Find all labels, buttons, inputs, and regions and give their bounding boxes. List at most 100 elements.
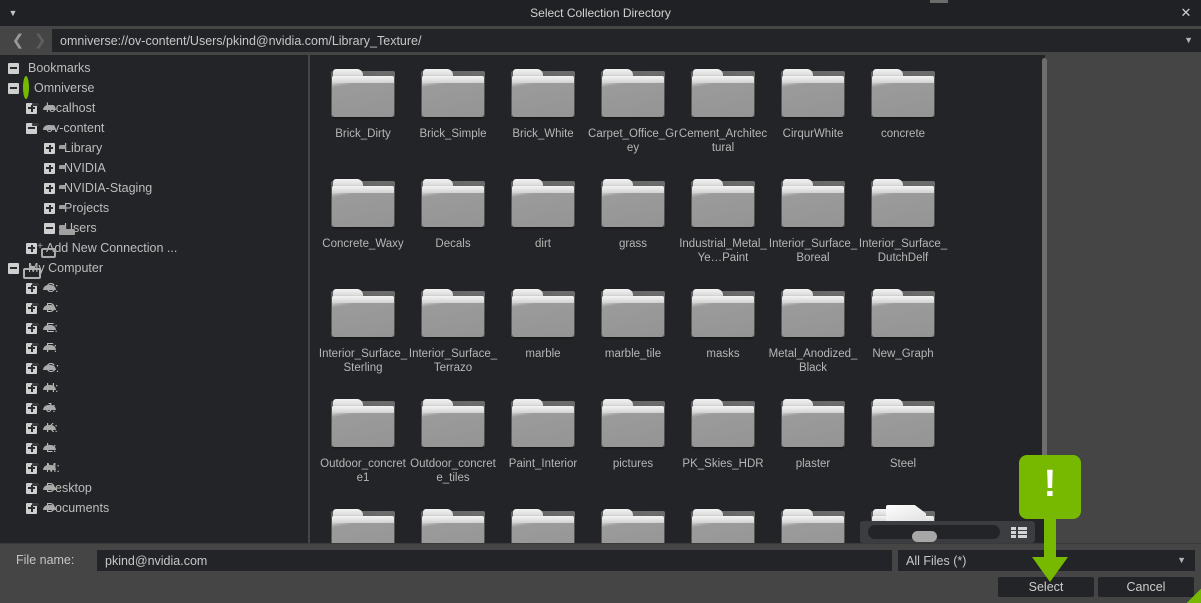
grid-item[interactable]: Decals — [408, 175, 498, 251]
folder-icon — [867, 285, 939, 341]
grid-item[interactable]: Interior_Surface_Sterling — [318, 285, 408, 375]
filename-label: File name: — [16, 553, 75, 567]
sidebar-item-label: Bookmarks — [28, 61, 91, 75]
close-icon[interactable]: ✕ — [1177, 4, 1195, 22]
sidebar-item-users[interactable]: Users — [0, 218, 308, 238]
grid-item[interactable]: Cement_Architectural — [678, 65, 768, 155]
expand-icon[interactable] — [44, 142, 55, 154]
path-input[interactable]: omniverse://ov-content/Users/pkind@nvidi… — [52, 29, 1201, 52]
sidebar-item-m[interactable]: M: — [0, 458, 308, 478]
sidebar-item-g[interactable]: G: — [0, 358, 308, 378]
expand-icon[interactable] — [26, 242, 37, 254]
grid-item[interactable]: dirt — [498, 175, 588, 251]
sidebar-item-add-new-connection[interactable]: Add New Connection ... — [0, 238, 308, 258]
grid-item[interactable]: pictures — [588, 395, 678, 471]
sidebar-item-f[interactable]: F: — [0, 338, 308, 358]
folder-icon — [417, 65, 489, 121]
grid-item[interactable]: plaster — [768, 395, 858, 471]
grid-item[interactable]: Outdoor_concrete1 — [318, 395, 408, 485]
sidebar-item-label: Omniverse — [34, 81, 95, 95]
sidebar-item-label: Projects — [64, 201, 110, 215]
grid-item[interactable]: Paint_Interior — [498, 395, 588, 471]
grid-item[interactable]: Interior_Surface_Terrazo — [408, 285, 498, 375]
collapse-icon[interactable] — [8, 262, 19, 274]
grid-item[interactable]: Outdoor_concrete_tiles — [408, 395, 498, 485]
scrollbar-thumb[interactable] — [1042, 58, 1047, 513]
grid-item[interactable]: PK_Skies_HDR — [678, 395, 768, 471]
sidebar-item-label: NVIDIA-Staging — [64, 181, 153, 195]
list-view-icon[interactable] — [1011, 527, 1027, 538]
grid-item[interactable]: New_Graph — [858, 285, 948, 361]
sidebar-item-nvidia-staging[interactable]: NVIDIA-Staging — [0, 178, 308, 198]
grid-item[interactable]: Carpet_Office_Grey — [588, 65, 678, 155]
cancel-button[interactable]: Cancel — [1098, 577, 1194, 597]
grid-item[interactable] — [768, 505, 858, 543]
collapse-icon[interactable] — [8, 82, 19, 94]
slider-handle[interactable] — [912, 531, 937, 542]
grid-item[interactable]: Interior_Surface_Boreal — [768, 175, 858, 265]
grid-item-label: CirqurWhite — [782, 128, 844, 140]
expand-icon[interactable] — [44, 202, 55, 214]
grid-item[interactable]: Interior_Surface_DutchDelf — [858, 175, 948, 265]
grid-item[interactable]: Industrial_Metal_Ye…Paint — [678, 175, 768, 265]
grid-item[interactable] — [678, 505, 768, 543]
grid-item[interactable] — [318, 505, 408, 543]
grid-item[interactable]: Brick_White — [498, 65, 588, 141]
chevron-right-icon[interactable]: ❯ — [29, 26, 51, 55]
caret-down-icon[interactable]: ▼ — [1184, 35, 1193, 45]
sidebar-item-l[interactable]: L: — [0, 438, 308, 458]
grid-item[interactable]: marble_tile — [588, 285, 678, 361]
sidebar-item-e[interactable]: E: — [0, 318, 308, 338]
sidebar-item-k[interactable]: K: — [0, 418, 308, 438]
sidebar-item-label: Library — [64, 141, 103, 155]
sidebar-item-omniverse[interactable]: Omniverse — [0, 76, 308, 99]
sidebar-item-ov-content[interactable]: ov-content — [0, 118, 308, 138]
sidebar-item-nvidia[interactable]: NVIDIA — [0, 158, 308, 178]
grid-item[interactable]: concrete — [858, 65, 948, 141]
path-text: omniverse://ov-content/Users/pkind@nvidi… — [60, 33, 422, 48]
grid-item[interactable] — [408, 505, 498, 543]
sidebar-item-d[interactable]: D: — [0, 298, 308, 318]
sidebar-item-localhost[interactable]: localhost — [0, 98, 308, 118]
folder-icon — [597, 285, 669, 341]
expand-icon[interactable] — [44, 182, 55, 194]
grid-item[interactable]: marble — [498, 285, 588, 361]
grid-item-label: dirt — [535, 238, 551, 250]
grid-item[interactable]: Concrete_Waxy — [318, 175, 408, 251]
grid-item[interactable]: grass — [588, 175, 678, 251]
folder-icon — [597, 395, 669, 451]
folder-icon — [507, 175, 579, 231]
thumbnail-size-slider[interactable] — [868, 525, 1000, 542]
window-menu-icon[interactable]: ▼ — [0, 0, 26, 26]
chevron-left-icon[interactable]: ❮ — [7, 26, 29, 55]
sidebar-item-bookmarks[interactable]: Bookmarks — [0, 58, 308, 78]
sidebar-item-my-computer[interactable]: My Computer — [0, 258, 308, 278]
filename-input[interactable]: pkind@nvidia.com — [97, 550, 892, 571]
sidebar-item-h[interactable]: H: — [0, 378, 308, 398]
grid-item[interactable]: CirqurWhite — [768, 65, 858, 141]
grid-item[interactable]: Metal_Anodized_Black — [768, 285, 858, 375]
collapse-icon[interactable] — [8, 62, 19, 74]
grid-item-label: Metal_Anodized_Black — [768, 348, 858, 374]
sidebar-item-desktop[interactable]: Desktop — [0, 478, 308, 498]
sidebar-item-j[interactable]: J: — [0, 398, 308, 418]
grid-item[interactable]: Brick_Dirty — [318, 65, 408, 141]
sidebar-item-projects[interactable]: Projects — [0, 198, 308, 218]
folder-icon — [597, 175, 669, 231]
collapse-icon[interactable] — [44, 222, 55, 234]
grid-item[interactable] — [498, 505, 588, 543]
title-bar: ▼ Select Collection Directory ✕ — [0, 0, 1201, 26]
sidebar-item-documents[interactable]: Documents — [0, 498, 308, 518]
expand-icon[interactable] — [44, 162, 55, 174]
caret-down-icon[interactable]: ▼ — [1177, 555, 1186, 565]
exclamation-icon: ! — [1043, 463, 1057, 505]
folder-icon — [597, 505, 669, 543]
grid-item-label: New_Graph — [872, 348, 934, 360]
sidebar-item-library[interactable]: Library — [0, 138, 308, 158]
grid-item[interactable]: Steel — [858, 395, 948, 471]
grid-item[interactable]: Brick_Simple — [408, 65, 498, 141]
grid-item[interactable] — [588, 505, 678, 543]
sidebar-item-c[interactable]: C: — [0, 278, 308, 298]
grid-item-label: Decals — [435, 238, 471, 250]
grid-item[interactable]: masks — [678, 285, 768, 361]
